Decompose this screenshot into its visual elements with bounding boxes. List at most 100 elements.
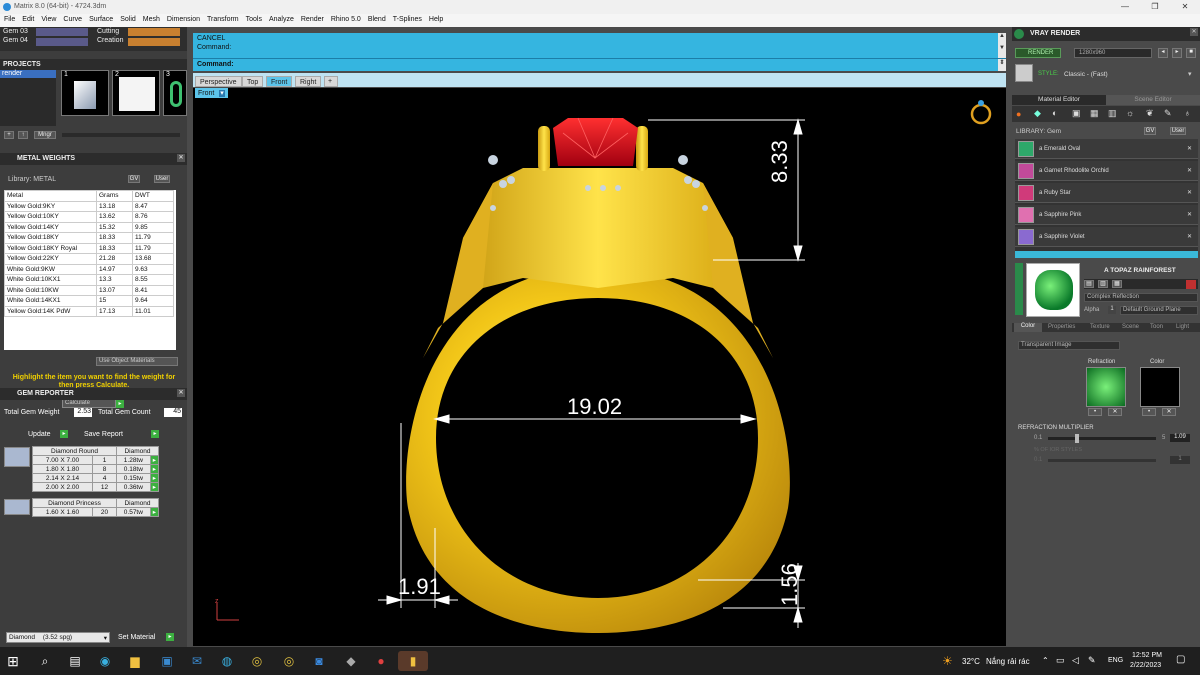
weather-text[interactable]: Nắng rải rác (986, 657, 1030, 666)
update-go-icon[interactable]: ▸ (60, 430, 68, 438)
edge-icon[interactable]: ◉ (94, 651, 116, 671)
menu-render[interactable]: Render (297, 14, 327, 23)
gv-button[interactable]: GV (1144, 127, 1156, 135)
volume-icon[interactable]: ◁ (1072, 655, 1079, 666)
subtab-texture[interactable]: Texture (1090, 324, 1110, 330)
use-object-materials-select[interactable]: Use Object Materials (96, 357, 178, 366)
creation-label[interactable]: Creation (97, 37, 123, 44)
style-value[interactable]: Classic - (Fast) (1064, 71, 1108, 78)
command-spinner[interactable]: ⇕ (998, 59, 1006, 71)
table-row[interactable]: Yellow Gold:9KY 13.18 8.47 (4, 200, 174, 212)
gem-row[interactable]: 7.00 X 7.00 1 1.28tw ▸ (32, 455, 160, 465)
material-item[interactable]: a Sapphire Violet ✕ (1015, 227, 1198, 247)
menu-view[interactable]: View (37, 14, 59, 23)
menu-analyze[interactable]: Analyze (265, 14, 297, 23)
table-row[interactable]: Yellow Gold:14K PdW 17.13 11.01 (4, 305, 174, 317)
user-button[interactable]: User (154, 175, 170, 183)
close-icon[interactable]: ✕ (1190, 28, 1198, 36)
add-project-button[interactable]: + (4, 131, 14, 139)
alpha-value[interactable]: 1 (1108, 306, 1116, 314)
gem03-tools[interactable] (36, 28, 88, 36)
col-dwt[interactable]: DWT (132, 190, 174, 202)
projects-scrollbar[interactable] (62, 133, 180, 137)
gem-row[interactable]: 1.60 X 1.60 20 0.57tw ▸ (32, 507, 160, 517)
chrome-icon-2[interactable]: ◎ (278, 651, 300, 671)
subtab-scene[interactable]: Scene (1122, 324, 1139, 330)
network-icon[interactable]: ▭ (1056, 655, 1065, 666)
tab-right[interactable]: Right (295, 76, 322, 87)
tab-perspective[interactable]: Perspective (195, 76, 242, 87)
calculate-go-icon[interactable]: ▸ (116, 400, 124, 408)
subtab-properties[interactable]: Properties (1048, 324, 1075, 330)
gem-row[interactable]: 1.80 X 1.80 8 0.18tw ▸ (32, 464, 160, 474)
clock-time[interactable]: 12:52 PM (1132, 652, 1162, 659)
save-report-go-icon[interactable]: ▸ (151, 430, 159, 438)
subtab-toon[interactable]: Toon (1150, 324, 1163, 330)
menu-tsplines[interactable]: T-Splines (389, 14, 425, 23)
color-clear-icon[interactable]: ✕ (1162, 408, 1176, 416)
material-item[interactable]: a Garnet Rhodolite Orchid ✕ (1015, 161, 1198, 181)
select-gem-icon[interactable]: ▸ (149, 507, 160, 517)
user-button[interactable]: User (1170, 127, 1186, 135)
subtab-light[interactable]: Light (1176, 324, 1189, 330)
material-item[interactable]: a Sapphire Pink ✕ (1015, 205, 1198, 225)
collapse-arrow-icon[interactable] (1015, 263, 1023, 315)
remove-material-icon[interactable]: ✕ (1187, 145, 1192, 152)
leaf-icon[interactable]: ❦ (1146, 108, 1154, 119)
remove-material-icon[interactable]: ✕ (1187, 233, 1192, 240)
drop-icon[interactable]: ● (1016, 109, 1021, 119)
mail-icon[interactable]: ✉ (186, 651, 208, 671)
weather-temp[interactable]: 32°C (962, 657, 980, 666)
material-item[interactable]: a Emerald Oval ✕ (1015, 139, 1198, 159)
menu-help[interactable]: Help (425, 14, 446, 23)
menu-blend[interactable]: Blend (364, 14, 389, 23)
table-row[interactable]: Yellow Gold:18KY Royal 18.33 11.79 (4, 242, 174, 254)
clock-date[interactable]: 2/22/2023 (1130, 662, 1161, 669)
table-row[interactable]: Yellow Gold:18KY 18.33 11.79 (4, 232, 174, 244)
creation-tools[interactable] (128, 38, 180, 46)
chrome-icon[interactable]: ◎ (246, 651, 268, 671)
project-thumb-3[interactable]: 3 (163, 70, 187, 116)
cutting-tools[interactable] (128, 28, 180, 36)
load-icon[interactable]: ▥ (1098, 280, 1108, 288)
menu-solid[interactable]: Solid (116, 14, 139, 23)
color-pick-icon[interactable]: • (1142, 408, 1156, 416)
matrix-taskbar-icon[interactable]: ▮ (398, 651, 428, 671)
slider-thumb[interactable] (1075, 434, 1080, 443)
app-icon-1[interactable]: ◍ (216, 651, 238, 671)
subtab-color[interactable]: Color (1014, 323, 1042, 332)
table-row[interactable]: White Gold:10KW 13.07 8.41 (4, 284, 174, 296)
notification-icon[interactable]: ▢ (1176, 654, 1185, 665)
ground-plane-select[interactable]: Default Ground Plane (1120, 306, 1198, 315)
rewind-icon[interactable]: ◂ (1158, 48, 1168, 58)
complex-reflection-select[interactable]: Complex Reflection (1084, 293, 1198, 302)
project-thumb-1[interactable]: 1 (61, 70, 109, 116)
tab-top[interactable]: Top (242, 76, 264, 87)
grid-icon[interactable]: ▦ (1112, 280, 1122, 288)
remove-material-icon[interactable]: ✕ (1187, 189, 1192, 196)
update-button[interactable]: Update (28, 431, 51, 438)
windows-start-icon[interactable]: ⊞ (2, 651, 24, 671)
render-button[interactable]: RENDER (1015, 48, 1061, 58)
cutting-label[interactable]: Cutting (97, 28, 119, 35)
refresh-icon[interactable] (1186, 280, 1196, 289)
ior-value[interactable]: 1 (1170, 456, 1190, 464)
select-gem-icon[interactable]: ▸ (149, 464, 160, 474)
command-input[interactable] (239, 60, 991, 70)
remove-material-icon[interactable]: ✕ (1187, 211, 1192, 218)
col-grams[interactable]: Grams (96, 190, 133, 202)
project-thumb-2[interactable]: 2 (112, 70, 160, 116)
gradient-icon[interactable]: ▥ (1108, 108, 1117, 119)
language-indicator[interactable]: ENG (1108, 657, 1123, 664)
table-row[interactable]: White Gold:14KX1 15 9.64 (4, 295, 174, 307)
col-metal[interactable]: Metal (4, 190, 97, 202)
table-row[interactable]: Yellow Gold:14KY 15.32 9.85 (4, 221, 174, 233)
store-icon[interactable]: ▣ (156, 651, 178, 671)
table-row[interactable]: Yellow Gold:10KY 13.62 8.76 (4, 211, 174, 223)
pen-icon[interactable]: ✎ (1088, 655, 1096, 666)
menu-rhino[interactable]: Rhino 5.0 (327, 14, 364, 23)
table-row[interactable]: Yellow Gold:22KY 21.28 13.68 (4, 253, 174, 265)
rm-value[interactable]: 1.09 (1170, 434, 1190, 442)
manager-button[interactable]: Mngr (34, 131, 56, 139)
select-gem-icon[interactable]: ▸ (149, 455, 160, 465)
